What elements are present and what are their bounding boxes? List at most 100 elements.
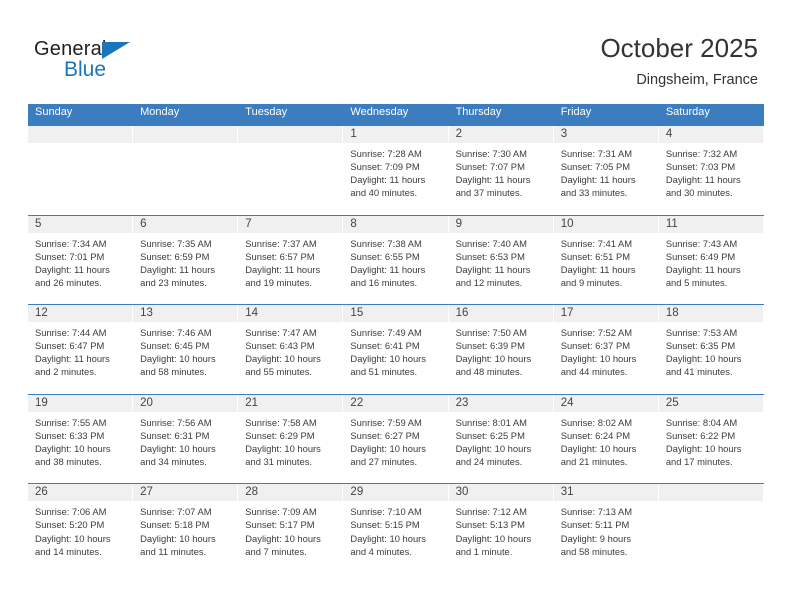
sunrise-text: Sunrise: 7:59 AM <box>350 416 422 428</box>
daylight-line-2: and 34 minutes. <box>140 456 207 468</box>
day-cell[interactable]: 31 Sunrise: 7:13 AM Sunset: 5:11 PM Dayl… <box>553 484 659 573</box>
daylight-line-2: and 16 minutes. <box>350 276 418 288</box>
daylight-line-2: and 7 minutes. <box>245 545 307 557</box>
sunset-text: Sunset: 6:35 PM <box>665 340 736 352</box>
sunset-text: Sunset: 6:57 PM <box>245 250 315 262</box>
day-number: 4 <box>658 126 763 143</box>
sunrise-text: Sunrise: 8:01 AM <box>455 416 527 428</box>
day-details: Sunrise: 8:04 AM Sunset: 6:22 PM Dayligh… <box>659 412 763 468</box>
daylight-line-2: and 55 minutes. <box>245 366 312 378</box>
day-details: Sunrise: 7:32 AM Sunset: 7:03 PM Dayligh… <box>659 143 763 199</box>
weekday-header-friday: Friday <box>560 106 592 118</box>
daylight-line-1: Daylight: 10 hours <box>245 442 321 454</box>
sunset-text: Sunset: 6:47 PM <box>35 340 105 352</box>
sunrise-text: Sunrise: 7:28 AM <box>350 148 422 159</box>
daylight-line-2: and 19 minutes. <box>245 276 312 288</box>
sunset-text: Sunset: 7:09 PM <box>350 161 420 173</box>
day-details: Sunrise: 7:35 AM Sunset: 6:59 PM Dayligh… <box>133 233 237 289</box>
daylight-line-1: Daylight: 10 hours <box>665 353 742 365</box>
day-cell[interactable]: 28 Sunrise: 7:09 AM Sunset: 5:17 PM Dayl… <box>238 484 344 573</box>
day-cell[interactable]: 16 Sunrise: 7:50 AM Sunset: 6:39 PM Dayl… <box>448 305 554 394</box>
daylight-line-1: Daylight: 11 hours <box>245 263 321 275</box>
page-title: October 2025 <box>600 33 758 63</box>
weekday-header-row: Sunday Monday Tuesday Wednesday Thursday… <box>28 104 764 125</box>
sunrise-text: Sunrise: 7:50 AM <box>455 327 527 339</box>
sunrise-text: Sunrise: 7:47 AM <box>245 327 317 339</box>
day-cell[interactable]: 25 Sunrise: 8:04 AM Sunset: 6:22 PM Dayl… <box>658 394 764 484</box>
day-cell[interactable]: 27 Sunrise: 7:07 AM Sunset: 5:18 PM Dayl… <box>133 484 239 573</box>
day-details: Sunrise: 7:34 AM Sunset: 7:01 PM Dayligh… <box>28 233 132 289</box>
day-cell[interactable]: 22 Sunrise: 7:59 AM Sunset: 6:27 PM Dayl… <box>343 394 449 484</box>
day-cell[interactable]: 17 Sunrise: 7:52 AM Sunset: 6:37 PM Dayl… <box>553 305 659 394</box>
daylight-line-1: Daylight: 9 hours <box>560 532 632 544</box>
daylight-line-1: Daylight: 11 hours <box>350 174 426 186</box>
day-cell[interactable]: 5 Sunrise: 7:34 AM Sunset: 7:01 PM Dayli… <box>28 215 134 305</box>
day-cell[interactable]: 6 Sunrise: 7:35 AM Sunset: 6:59 PM Dayli… <box>133 215 239 305</box>
daylight-line-2: and 14 minutes. <box>35 545 102 557</box>
day-cell[interactable]: 29 Sunrise: 7:10 AM Sunset: 5:15 PM Dayl… <box>343 484 449 573</box>
general-blue-logo[interactable]: General Blue <box>34 38 154 86</box>
day-cell[interactable]: 7 Sunrise: 7:37 AM Sunset: 6:57 PM Dayli… <box>238 215 344 305</box>
day-cell[interactable]: 12 Sunrise: 7:44 AM Sunset: 6:47 PM Dayl… <box>28 305 134 394</box>
day-cell[interactable]: 20 Sunrise: 7:56 AM Sunset: 6:31 PM Dayl… <box>133 394 239 484</box>
daylight-line-1: Daylight: 10 hours <box>35 532 111 544</box>
daylight-line-2: and 31 minutes. <box>245 456 312 468</box>
day-number: 16 <box>448 305 553 323</box>
daylight-line-2: and 33 minutes. <box>560 187 628 199</box>
calendar-week-row: 5 Sunrise: 7:34 AM Sunset: 7:01 PM Dayli… <box>28 214 764 305</box>
calendar-week-row: 1 Sunrise: 7:28 AM Sunset: 7:09 PM Dayli… <box>28 125 764 215</box>
day-details: Sunrise: 7:13 AM Sunset: 5:11 PM Dayligh… <box>554 501 658 557</box>
sunrise-text: Sunrise: 7:12 AM <box>455 506 527 518</box>
daylight-line-1: Daylight: 10 hours <box>350 353 426 365</box>
day-cell[interactable]: 19 Sunrise: 7:55 AM Sunset: 6:33 PM Dayl… <box>28 394 134 484</box>
sunset-text: Sunset: 5:20 PM <box>35 519 105 531</box>
day-cell[interactable]: 24 Sunrise: 8:02 AM Sunset: 6:24 PM Dayl… <box>553 394 659 484</box>
sunset-text: Sunset: 7:01 PM <box>35 250 105 262</box>
day-cell[interactable]: 26 Sunrise: 7:06 AM Sunset: 5:20 PM Dayl… <box>28 484 134 573</box>
daylight-line-2: and 38 minutes. <box>35 456 102 468</box>
calendar-week-row: 26 Sunrise: 7:06 AM Sunset: 5:20 PM Dayl… <box>28 483 764 573</box>
day-number: 11 <box>658 215 763 233</box>
daylight-line-1: Daylight: 11 hours <box>560 174 636 186</box>
day-number: 1 <box>343 126 448 143</box>
day-cell[interactable]: 13 Sunrise: 7:46 AM Sunset: 6:45 PM Dayl… <box>133 305 239 394</box>
day-details: Sunrise: 7:53 AM Sunset: 6:35 PM Dayligh… <box>659 322 763 378</box>
day-cell[interactable]: 4 Sunrise: 7:32 AM Sunset: 7:03 PM Dayli… <box>658 126 764 215</box>
day-cell[interactable]: 10 Sunrise: 7:41 AM Sunset: 6:51 PM Dayl… <box>553 215 659 305</box>
daylight-line-1: Daylight: 10 hours <box>35 442 111 454</box>
day-cell[interactable]: 3 Sunrise: 7:31 AM Sunset: 7:05 PM Dayli… <box>553 126 659 215</box>
day-cell[interactable]: 1 Sunrise: 7:28 AM Sunset: 7:09 PM Dayli… <box>343 126 449 215</box>
day-cell[interactable]: 11 Sunrise: 7:43 AM Sunset: 6:49 PM Dayl… <box>658 215 764 305</box>
sunrise-text: Sunrise: 7:13 AM <box>560 506 633 518</box>
day-cell[interactable]: 14 Sunrise: 7:47 AM Sunset: 6:43 PM Dayl… <box>238 305 344 394</box>
day-cell[interactable]: 9 Sunrise: 7:40 AM Sunset: 6:53 PM Dayli… <box>448 215 554 305</box>
day-cell[interactable]: 21 Sunrise: 7:58 AM Sunset: 6:29 PM Dayl… <box>238 394 344 484</box>
day-cell[interactable]: 18 Sunrise: 7:53 AM Sunset: 6:35 PM Dayl… <box>658 305 764 394</box>
sunrise-text: Sunrise: 7:53 AM <box>665 327 738 339</box>
day-cell[interactable]: 2 Sunrise: 7:30 AM Sunset: 7:07 PM Dayli… <box>448 126 554 215</box>
day-cell[interactable]: 30 Sunrise: 7:12 AM Sunset: 5:13 PM Dayl… <box>448 484 554 573</box>
weekday-header-monday: Monday <box>140 106 180 118</box>
day-number: 5 <box>28 215 133 233</box>
day-cell[interactable]: 23 Sunrise: 8:01 AM Sunset: 6:25 PM Dayl… <box>448 394 554 484</box>
day-number: 6 <box>133 215 238 233</box>
daylight-line-1: Daylight: 10 hours <box>140 532 216 544</box>
sunset-text: Sunset: 5:15 PM <box>350 519 420 531</box>
daylight-line-1: Daylight: 10 hours <box>560 353 637 365</box>
day-details: Sunrise: 7:31 AM Sunset: 7:05 PM Dayligh… <box>554 143 658 199</box>
daylight-line-2: and 44 minutes. <box>560 366 628 378</box>
day-number: 27 <box>133 484 238 502</box>
daylight-line-1: Daylight: 10 hours <box>245 532 321 544</box>
day-number: 19 <box>28 394 133 412</box>
title-block: October 2025 Dingsheim, France <box>600 34 758 88</box>
day-number: 12 <box>28 305 133 323</box>
day-cell[interactable]: 8 Sunrise: 7:38 AM Sunset: 6:55 PM Dayli… <box>343 215 449 305</box>
day-cell[interactable]: 15 Sunrise: 7:49 AM Sunset: 6:41 PM Dayl… <box>343 305 449 394</box>
sunrise-text: Sunrise: 7:38 AM <box>350 237 422 249</box>
sunset-text: Sunset: 6:31 PM <box>140 429 210 441</box>
day-number: 23 <box>448 394 553 412</box>
day-number: 24 <box>553 394 658 412</box>
day-details: Sunrise: 7:56 AM Sunset: 6:31 PM Dayligh… <box>133 412 237 468</box>
sunset-text: Sunset: 6:25 PM <box>455 429 525 441</box>
daylight-line-1: Daylight: 11 hours <box>35 353 110 365</box>
